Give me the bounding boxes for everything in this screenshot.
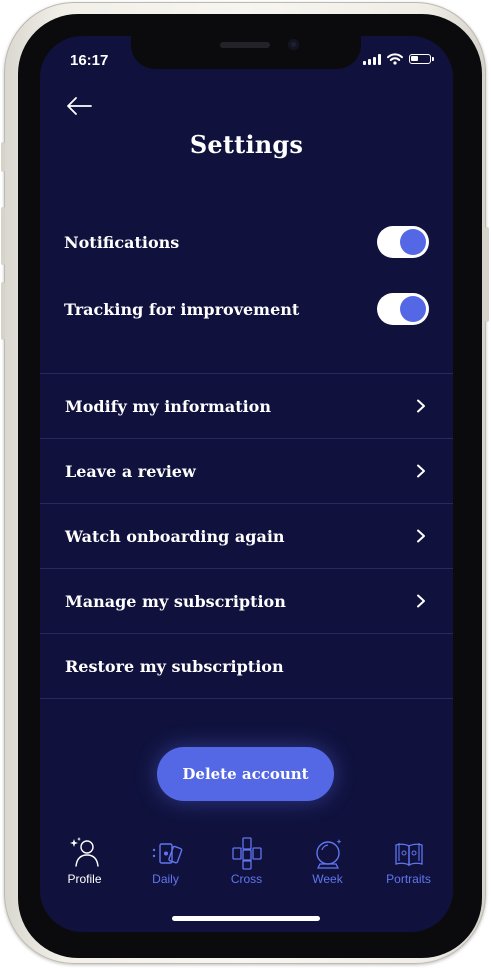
menu-item-watch-onboarding[interactable]: Watch onboarding again: [40, 504, 453, 569]
menu-item-restore-subscription[interactable]: Restore my subscription: [40, 634, 453, 699]
back-arrow-icon[interactable]: [64, 94, 94, 118]
chevron-right-icon: [417, 464, 425, 478]
volume-up-button: [1, 207, 5, 265]
menu-item-label: Leave a review: [65, 461, 196, 481]
notifications-toggle[interactable]: [377, 226, 429, 258]
notifications-row: Notifications: [64, 224, 429, 260]
wifi-icon: [387, 53, 403, 65]
notifications-label: Notifications: [64, 232, 180, 252]
status-icons: [363, 53, 434, 65]
tab-daily[interactable]: Daily: [131, 836, 201, 896]
cross-cards-icon: [231, 837, 262, 870]
tab-profile[interactable]: Profile: [50, 836, 120, 896]
tracking-toggle[interactable]: [377, 293, 429, 325]
chevron-right-icon: [417, 529, 425, 543]
menu-item-leave-review[interactable]: Leave a review: [40, 439, 453, 504]
volume-down-button: [1, 282, 5, 340]
tab-label: Portraits: [386, 872, 431, 886]
battery-icon: [409, 54, 434, 64]
tracking-row: Tracking for improvement: [64, 291, 429, 327]
tab-label: Week: [312, 872, 343, 886]
daily-cards-icon: [152, 843, 182, 864]
tab-label: Profile: [67, 872, 102, 886]
tab-portraits[interactable]: Portraits: [374, 836, 444, 896]
menu-item-label: Modify my information: [65, 396, 271, 416]
menu-item-label: Manage my subscription: [65, 591, 286, 611]
home-indicator[interactable]: [172, 916, 320, 921]
tracking-label: Tracking for improvement: [64, 299, 300, 319]
toggle-knob: [400, 229, 426, 255]
chevron-right-icon: [417, 594, 425, 608]
tab-cross[interactable]: Cross: [212, 836, 282, 896]
book-icon: [394, 843, 423, 867]
tab-label: Cross: [230, 872, 263, 886]
chevron-right-icon: [417, 399, 425, 413]
silent-switch: [1, 142, 5, 172]
menu-item-label: Restore my subscription: [65, 656, 284, 676]
profile-icon: [69, 837, 99, 867]
menu-item-manage-subscription[interactable]: Manage my subscription: [40, 569, 453, 634]
tab-label: Daily: [152, 872, 179, 886]
cellular-signal-icon: [363, 53, 381, 65]
settings-menu: Modify my information Leave a review Wat…: [40, 373, 453, 699]
app-screen: 16:17 Settings Notifications Tracking fo…: [40, 36, 453, 932]
crystal-ball-icon: [315, 839, 341, 869]
menu-item-label: Watch onboarding again: [65, 526, 285, 546]
power-button: [485, 227, 489, 322]
delete-account-button[interactable]: Delete account: [157, 747, 334, 801]
menu-item-modify-information[interactable]: Modify my information: [40, 374, 453, 439]
speaker: [220, 42, 270, 48]
notch: [131, 36, 361, 69]
status-time: 16:17: [70, 52, 109, 69]
page-title: Settings: [189, 130, 304, 159]
toggle-knob: [400, 296, 426, 322]
front-camera: [288, 39, 299, 50]
tab-week[interactable]: Week: [293, 836, 363, 896]
tab-bar: Profile Daily Cross Week Portraits: [40, 836, 453, 896]
